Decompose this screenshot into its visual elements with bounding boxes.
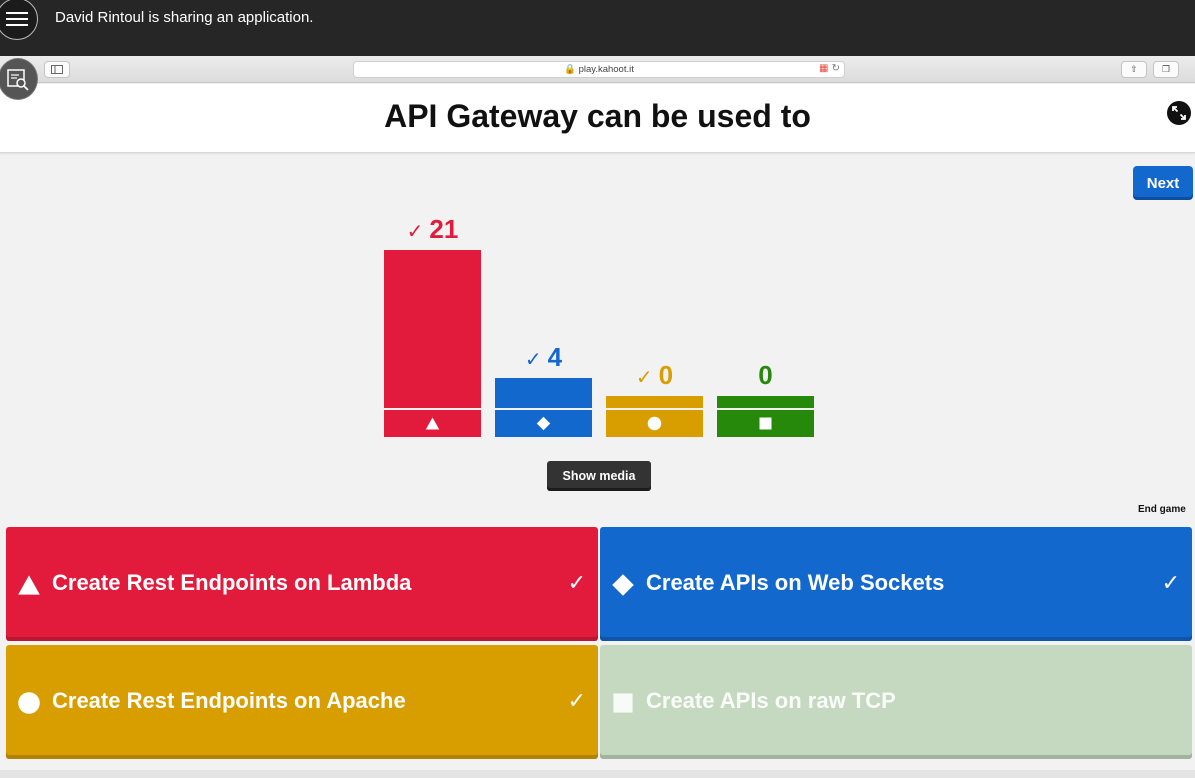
correct-check-icon: ✓ (406, 221, 424, 243)
correct-check-icon: ✓ (635, 367, 653, 389)
menu-icon[interactable] (0, 0, 38, 40)
answer-text: Create APIs on Web Sockets (646, 570, 945, 595)
triangle-icon (16, 572, 42, 598)
vote-count: 0 (758, 360, 773, 390)
chart-base-triangle (384, 410, 481, 437)
answer-circle[interactable]: Create Rest Endpoints on Apache ✓ (6, 645, 598, 759)
chart-base-diamond (495, 410, 592, 437)
chart-bar-circle (606, 396, 703, 408)
lock-icon: 🔒 (564, 64, 576, 75)
tabs-icon[interactable]: ❐ (1153, 61, 1179, 78)
answer-text: Create APIs on raw TCP (646, 688, 896, 713)
share-message: David Rintoul is sharing an application. (55, 9, 314, 26)
triangle-icon (425, 417, 440, 430)
answer-text: Create Rest Endpoints on Lambda (52, 570, 412, 595)
correct-check-icon: ✓ (1161, 571, 1180, 596)
reload-icon[interactable]: ↻ (832, 63, 840, 74)
chart-value-label: ✓ 4 (495, 342, 592, 373)
question-header: API Gateway can be used to (0, 84, 1195, 153)
answer-text: Create Rest Endpoints on Apache (52, 688, 406, 713)
screen-share-bar: David Rintoul is sharing an application. (0, 0, 1195, 56)
browser-toolbar: 🔒 play.kahoot.it ▦ ↻ ⇧ ❐ (0, 56, 1195, 83)
square-icon (610, 690, 636, 716)
chart-base-circle (606, 410, 703, 437)
question-title: API Gateway can be used to (384, 98, 811, 134)
vote-count: 4 (547, 342, 563, 372)
chart-bar-triangle (384, 250, 481, 408)
square-icon (759, 417, 772, 430)
chart-bar-diamond (495, 378, 592, 408)
circle-icon (16, 690, 42, 716)
chart-value-label: 0 (717, 360, 814, 391)
diamond-icon (536, 416, 551, 431)
next-button[interactable]: Next (1133, 166, 1193, 200)
end-game-link[interactable]: End game (1138, 504, 1186, 515)
chart-bar-square (717, 396, 814, 408)
circle-icon (647, 416, 662, 431)
diamond-icon (610, 572, 636, 598)
correct-check-icon: ✓ (524, 349, 542, 371)
fullscreen-icon[interactable] (1167, 101, 1191, 125)
correct-check-icon: ✓ (567, 571, 586, 596)
correct-check-icon: ✓ (567, 689, 586, 714)
chart-value-label: ✓ 21 (384, 214, 481, 245)
chart-value-label: ✓ 0 (606, 360, 703, 391)
answer-triangle[interactable]: Create Rest Endpoints on Lambda ✓ (6, 527, 598, 641)
chart-base-square (717, 410, 814, 437)
answer-diamond[interactable]: Create APIs on Web Sockets ✓ (600, 527, 1192, 641)
vote-count: 0 (658, 360, 674, 390)
share-icon[interactable]: ⇧ (1121, 61, 1147, 78)
answer-square[interactable]: Create APIs on raw TCP (600, 645, 1192, 759)
sidebar-toggle-icon[interactable] (44, 61, 70, 78)
bottom-divider (0, 770, 1195, 778)
extension-icon[interactable]: ▦ (819, 63, 828, 74)
vote-count: 21 (429, 214, 459, 244)
address-bar[interactable]: 🔒 play.kahoot.it ▦ ↻ (353, 61, 845, 78)
url-text: play.kahoot.it (578, 64, 634, 75)
show-media-button[interactable]: Show media (547, 461, 651, 491)
